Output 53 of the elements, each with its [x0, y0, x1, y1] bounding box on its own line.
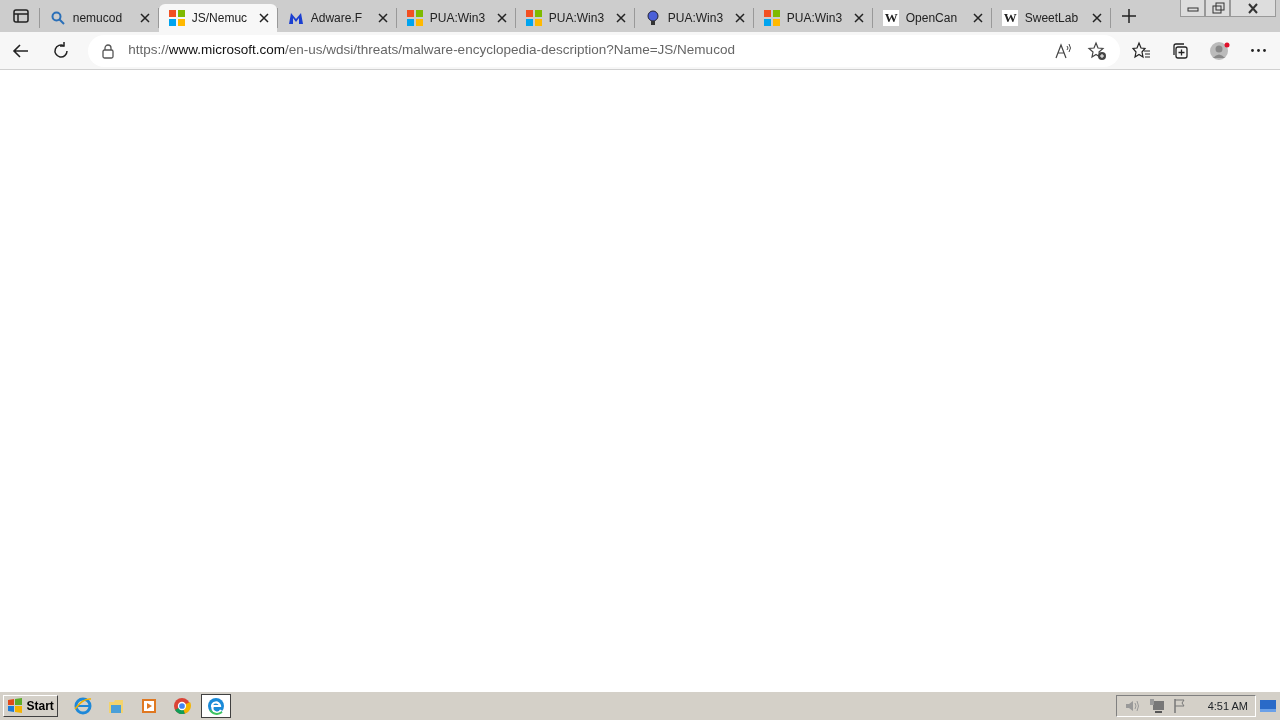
edge-icon	[206, 697, 225, 715]
browser-tab[interactable]: Adware.F	[278, 4, 397, 32]
close-icon[interactable]	[259, 13, 270, 23]
close-icon[interactable]	[616, 13, 627, 23]
browser-tab[interactable]: JS/Nemuc	[159, 4, 278, 32]
windows-logo-icon	[169, 10, 186, 26]
close-icon[interactable]	[140, 13, 151, 23]
favorites-list-icon	[1131, 40, 1151, 61]
address-bar[interactable]: https://www.microsoft.com/en-us/wdsi/threats/malware-encyclopedia-description?Name=JS/Nemucod	[88, 34, 1120, 67]
browser-tab[interactable]: W SweetLab	[992, 4, 1111, 32]
browser-tab[interactable]: PUA:Win3	[754, 4, 873, 32]
show-desktop-icon[interactable]	[1258, 698, 1277, 714]
browser-tab[interactable]: PUA:Win3	[516, 4, 635, 32]
plus-icon	[1121, 8, 1138, 24]
windows-flag-icon	[7, 698, 24, 714]
search-icon	[50, 10, 67, 26]
url-text: https://www.microsoft.com/en-us/wdsi/threats/malware-encyclopedia-description?Name=JS/Nemucod	[128, 41, 735, 60]
windows-logo-icon	[407, 10, 424, 26]
close-icon[interactable]	[854, 13, 865, 23]
windows-logo-icon	[764, 10, 781, 26]
add-favorite-icon[interactable]	[1086, 40, 1107, 61]
close-button[interactable]	[1230, 0, 1276, 17]
browser-tab[interactable]: nemucod	[40, 4, 159, 32]
restore-icon	[1209, 1, 1226, 15]
tab-actions-icon	[13, 8, 30, 24]
browser-tab[interactable]: PUA:Win3	[635, 4, 754, 32]
lightbulb-icon	[645, 10, 662, 26]
browser-tab[interactable]: W OpenCan	[873, 4, 992, 32]
network-icon[interactable]	[1147, 698, 1166, 714]
close-icon[interactable]	[497, 13, 508, 23]
folder-icon	[106, 697, 125, 715]
collections-icon	[1170, 40, 1191, 61]
close-icon[interactable]	[973, 13, 984, 23]
close-icon[interactable]	[378, 13, 389, 23]
windows-logo-icon	[526, 10, 543, 26]
restore-button[interactable]	[1205, 0, 1230, 17]
favicon-glyph: W	[883, 10, 900, 26]
chrome-icon	[173, 697, 192, 715]
favicon-glyph: W	[1002, 10, 1019, 26]
clock-text: 4:51 AM	[1207, 698, 1248, 714]
avatar-icon	[1209, 40, 1230, 61]
browser-tab[interactable]: PUA:Win3	[397, 4, 516, 32]
start-button[interactable]: Start	[3, 695, 58, 717]
read-aloud-icon[interactable]	[1053, 41, 1074, 60]
close-icon[interactable]	[735, 13, 746, 23]
close-icon	[1245, 1, 1261, 15]
lock-icon	[101, 42, 116, 59]
close-icon[interactable]	[1092, 13, 1103, 23]
more-icon	[1251, 49, 1267, 52]
media-player-icon	[140, 697, 159, 715]
internet-explorer-icon	[73, 697, 92, 715]
minimize-button[interactable]	[1180, 0, 1205, 17]
taskbar-app-button[interactable]	[200, 694, 231, 718]
